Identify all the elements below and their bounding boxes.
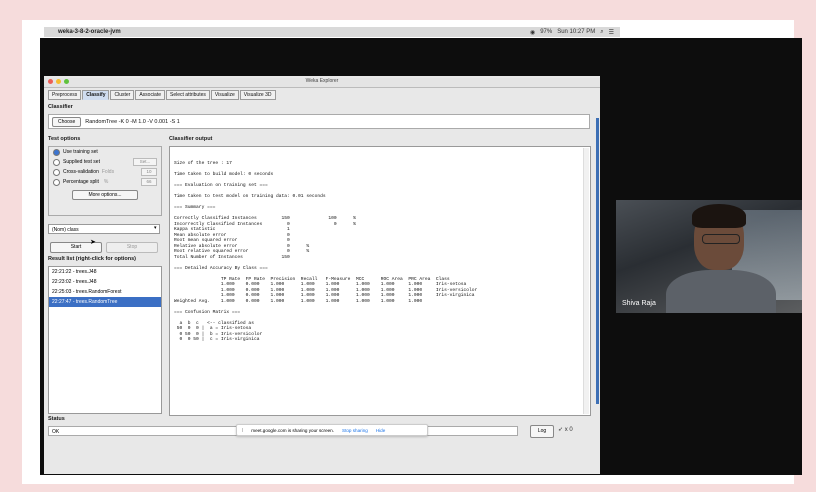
tab-cluster[interactable]: Cluster	[110, 90, 135, 100]
status-label: Status	[48, 416, 65, 422]
window-controls	[48, 79, 69, 84]
wifi-icon[interactable]: ◉	[530, 29, 535, 36]
result-item-1[interactable]: 22:21:22 - trees.J48	[49, 267, 161, 277]
weka-bird-icon: ➶ x 0	[558, 426, 573, 433]
more-options-button[interactable]: More options...	[72, 190, 138, 200]
percentage-split-radio[interactable]	[53, 178, 60, 186]
folds-input[interactable]: 10	[141, 168, 157, 176]
mouse-cursor-icon: ➤	[90, 239, 96, 246]
classifier-section-label: Classifier	[48, 104, 73, 110]
hide-share-bar-button[interactable]: Hide	[376, 428, 385, 433]
result-item-2[interactable]: 22:23:02 - trees.J48	[49, 277, 161, 287]
window-titlebar: Weka Explorer	[44, 78, 600, 88]
menu-icon[interactable]: ☰	[609, 29, 614, 36]
tab-visualize-3d[interactable]: Visualize 3D	[239, 90, 276, 100]
zoom-button[interactable]	[64, 79, 69, 84]
battery-text[interactable]: 97%	[540, 29, 552, 36]
test-options-panel: Use training set Supplied test set Set..…	[48, 146, 162, 216]
result-list-label: Result list (right-click for options)	[48, 256, 137, 262]
supplied-test-radio[interactable]	[53, 158, 60, 166]
supplied-test-label: Supplied test set	[63, 159, 100, 165]
participant-hair	[692, 204, 746, 228]
folds-label: Folds	[101, 169, 115, 175]
participant-glasses	[702, 234, 740, 244]
output-scrollbar[interactable]	[583, 148, 589, 414]
bird-glyph-icon: ➶	[558, 427, 564, 433]
participant-body	[666, 270, 776, 313]
set-button[interactable]: Set...	[133, 158, 157, 166]
classifier-output-panel[interactable]: Size of the tree : 17 Time taken to buil…	[169, 146, 591, 416]
classifier-command[interactable]: RandomTree -K 0 -M 1.0 -V 0.001 -S 1	[85, 119, 180, 125]
share-message: meet.google.com is sharing your screen.	[251, 427, 335, 433]
explorer-tabs: Preprocess Classify Cluster Associate Se…	[48, 90, 277, 100]
window-title: Weka Explorer	[305, 78, 339, 84]
result-item-3[interactable]: 22:25:03 - trees.RandomForest	[49, 287, 161, 297]
log-button[interactable]: Log	[530, 425, 554, 438]
tab-classify[interactable]: Classify	[82, 90, 110, 100]
stop-button[interactable]: Stop	[106, 242, 158, 253]
percent-label: %	[103, 179, 109, 185]
menubar-app-name[interactable]: weka-3-8-2-oracle-jvm	[58, 29, 121, 35]
share-handle-icon[interactable]: ⁞	[242, 428, 243, 433]
percentage-split-label: Percentage split	[63, 179, 99, 185]
tab-visualize[interactable]: Visualize	[210, 90, 239, 100]
tab-preprocess[interactable]: Preprocess	[48, 90, 82, 100]
tab-associate[interactable]: Associate	[135, 90, 166, 100]
tab-select-attributes[interactable]: Select attributes	[166, 90, 210, 100]
option-supplied-test[interactable]: Supplied test set Set...	[53, 157, 161, 167]
minimize-button[interactable]	[56, 79, 61, 84]
screen-share-bar: ⁞ meet.google.com is sharing your screen…	[236, 424, 428, 436]
weka-explorer-window: Weka Explorer Preprocess Classify Cluste…	[44, 76, 600, 474]
participant-video[interactable]: Shiva Raja	[616, 200, 802, 313]
close-button[interactable]	[48, 79, 53, 84]
option-use-training[interactable]: Use training set	[53, 147, 161, 157]
option-cross-validation[interactable]: Cross-validation Folds 10	[53, 167, 161, 177]
result-list[interactable]: 22:21:22 - trees.J48 22:23:02 - trees.J4…	[48, 266, 162, 414]
status-value: OK	[52, 429, 60, 435]
class-select[interactable]: (Nom) class	[48, 224, 160, 234]
mac-menubar: weka-3-8-2-oracle-jvm ◉ 97% Sun 10:27 PM…	[44, 27, 620, 37]
search-icon[interactable]: ⌕	[600, 29, 603, 36]
result-item-4[interactable]: 22:27:47 - trees.RandomTree	[49, 297, 161, 307]
cross-validation-label: Cross-validation	[63, 169, 99, 175]
stop-sharing-button[interactable]: Stop sharing	[342, 428, 368, 433]
choose-button[interactable]: Choose	[52, 116, 82, 127]
test-options-label: Test options	[48, 136, 81, 142]
classifier-output-label: Classifier output	[169, 136, 213, 142]
participant-name: Shiva Raja	[622, 300, 656, 307]
task-count: x 0	[564, 427, 573, 433]
classifier-output-text: Size of the tree : 17 Time taken to buil…	[174, 161, 478, 342]
use-training-radio[interactable]	[53, 148, 60, 156]
desktop-edge	[596, 118, 599, 404]
clock[interactable]: Sun 10:27 PM	[557, 29, 595, 36]
classifier-panel: Choose RandomTree -K 0 -M 1.0 -V 0.001 -…	[48, 114, 590, 129]
class-select-arrow-icon[interactable]: ▾	[154, 225, 157, 231]
cross-validation-radio[interactable]	[53, 168, 60, 176]
use-training-label: Use training set	[63, 149, 98, 155]
option-percentage-split[interactable]: Percentage split % 66	[53, 177, 161, 187]
percent-input[interactable]: 66	[141, 178, 157, 186]
